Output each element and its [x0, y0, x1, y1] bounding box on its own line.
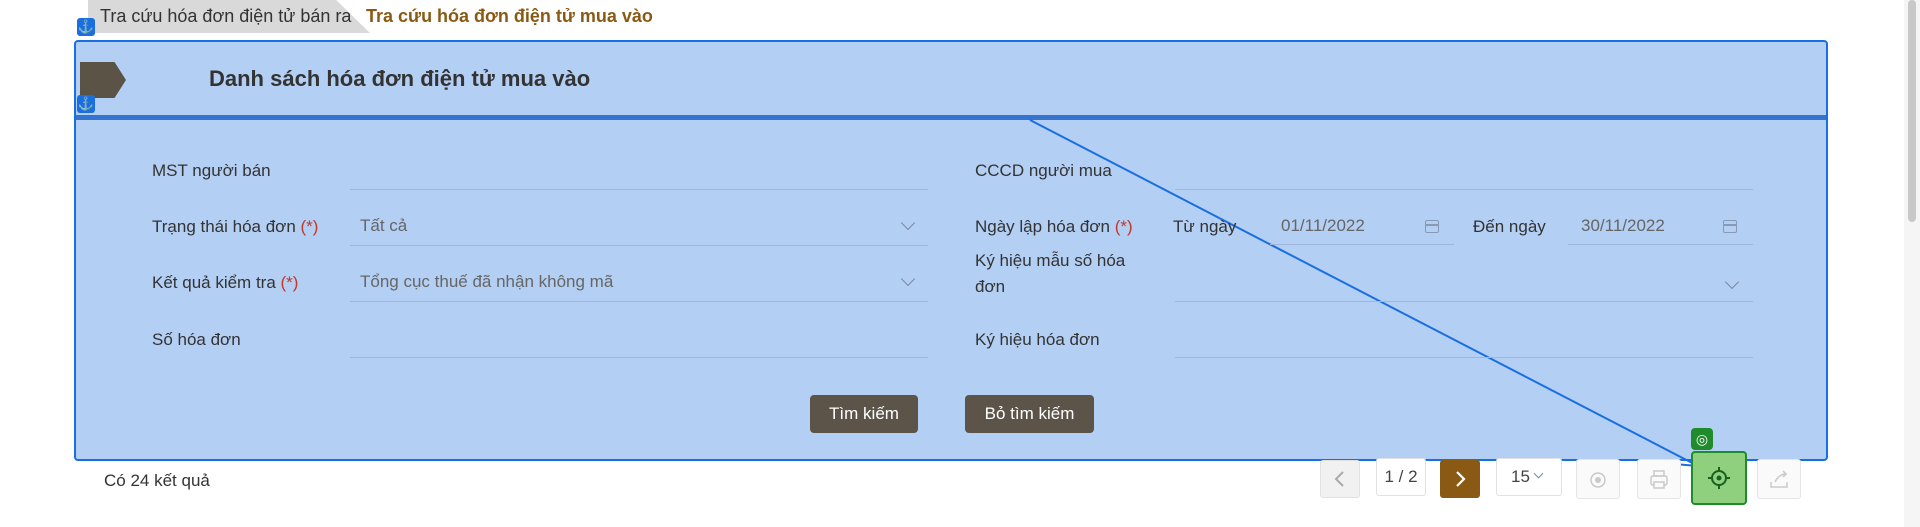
template-label: Ký hiệu mẫu số hóa đơn [975, 251, 1126, 296]
status-select[interactable] [350, 245, 928, 246]
connector-line [1029, 119, 1699, 467]
from-date-input[interactable]: 01/11/2022 [1281, 216, 1365, 236]
search-button[interactable]: Tìm kiếm [810, 395, 918, 433]
calendar-icon[interactable] [1723, 220, 1737, 233]
seller-tax-input[interactable] [350, 189, 928, 190]
locate-tag-icon: ◎ [1691, 428, 1713, 450]
printer-icon [1650, 470, 1668, 489]
chevron-down-icon [1533, 468, 1544, 479]
clear-search-button[interactable]: Bỏ tìm kiếm [965, 395, 1094, 433]
status-select-value[interactable]: Tất cả [360, 216, 407, 236]
calendar-icon[interactable] [1425, 220, 1439, 233]
from-date-label: Từ ngày [1173, 217, 1237, 236]
required-mark: (*) [280, 273, 299, 292]
buyer-id-label: CCCD người mua [975, 161, 1112, 180]
export-button[interactable] [1757, 459, 1801, 499]
invoice-number-input[interactable] [350, 357, 928, 358]
locate-button[interactable] [1691, 451, 1747, 505]
view-button[interactable] [1576, 459, 1620, 499]
check-result-select-value[interactable]: Tổng cục thuế đã nhận không mã [360, 272, 613, 292]
export-icon [1770, 470, 1788, 488]
seller-tax-label: MST người bán [152, 161, 271, 180]
from-date-underline [1270, 244, 1454, 245]
required-mark: (*) [1114, 217, 1133, 236]
page-indicator: 1 / 2 [1376, 458, 1426, 496]
check-result-label: Kết quả kiểm tra (*) [152, 273, 299, 292]
status-label: Trạng thái hóa đơn (*) [152, 217, 319, 236]
invoice-symbol-label: Ký hiệu hóa đơn [975, 330, 1100, 349]
chevron-left-icon [1334, 471, 1344, 487]
to-date-underline [1568, 244, 1753, 245]
page-size-value: 15 [1511, 467, 1530, 486]
print-button[interactable] [1637, 459, 1681, 499]
next-page-button[interactable] [1440, 460, 1480, 498]
invoice-symbol-input[interactable] [1175, 357, 1753, 358]
prev-page-button[interactable] [1320, 460, 1360, 498]
to-date-input[interactable]: 30/11/2022 [1581, 216, 1665, 236]
date-label: Ngày lập hóa đơn (*) [975, 217, 1133, 236]
template-select[interactable] [1175, 301, 1753, 302]
eye-icon [1590, 472, 1606, 488]
invoice-number-label: Số hóa đơn [152, 330, 241, 349]
check-result-select[interactable] [350, 301, 928, 302]
to-date-label: Đến ngày [1473, 217, 1546, 236]
chevron-right-icon [1456, 471, 1466, 487]
buyer-id-input[interactable] [1175, 189, 1753, 190]
required-mark: (*) [300, 217, 319, 236]
target-icon [1708, 467, 1730, 489]
page-size-select[interactable]: 15 [1496, 458, 1562, 496]
result-count: Có 24 kết quả [104, 471, 210, 490]
scrollbar-thumb[interactable] [1908, 0, 1916, 222]
